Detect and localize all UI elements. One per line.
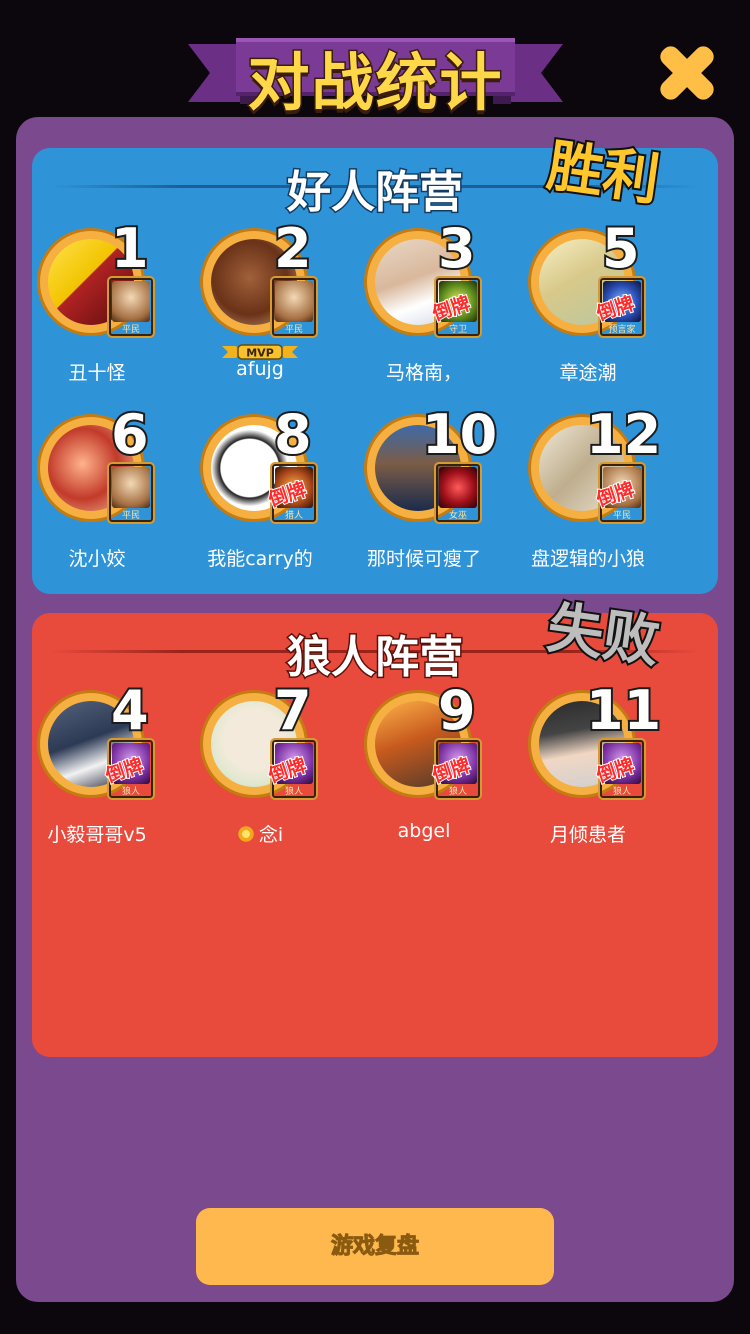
seat-number: 7 [272,679,314,742]
role-card: 平民 [107,276,155,338]
seat-number: 2 [272,217,314,280]
bad-camp-result: 失败 [541,593,665,677]
game-replay-button[interactable]: 游戏复盘 [196,1208,554,1285]
role-art-icon [112,467,150,508]
seat-number: 8 [272,403,314,466]
player-card[interactable]: 女巫 10 那时候可瘦了 [326,406,499,574]
role-name: 女巫 [448,511,467,521]
seat-number: 1 [109,217,151,280]
player-card[interactable]: 平民 6 沈小姣 [0,406,159,574]
page-title: 对战统计 [246,45,504,121]
seat-number: 6 [109,403,151,466]
seat-number: 9 [436,679,478,742]
seat-number: 10 [420,403,499,466]
player-name: 月倾患者 [549,824,626,846]
close-x-icon [660,46,714,100]
role-card: 平民 [270,276,318,338]
player-card[interactable]: 狼人 倒牌 9 abgel [326,682,486,850]
player-card[interactable]: 平民 倒牌 12 盘逻辑的小狼 [490,406,663,574]
seat-number: 4 [109,679,151,742]
player-card[interactable]: 狼人 倒牌 4 小毅哥哥v5 [0,682,159,850]
player-card[interactable]: 平民 2 MVP afujg [162,220,322,388]
role-art-icon [275,281,313,322]
player-card[interactable]: 狼人 倒牌 7 念i [162,682,322,850]
player-card[interactable]: 猎人 倒牌 8 我能carry的 [162,406,322,574]
player-card[interactable]: 预言家 倒牌 5 章途潮 [490,220,650,388]
role-art-icon [439,467,477,508]
player-card[interactable]: 平民 1 丑十怪 [0,220,159,388]
player-card[interactable]: 守卫 倒牌 3 马格南， [326,220,486,388]
title-banner: 对战统计 [188,30,563,121]
player-card[interactable]: 狼人 倒牌 11 月倾患者 [490,682,663,850]
seat-number: 5 [600,217,642,280]
role-name: 平民 [284,325,303,335]
seat-number: 11 [584,679,663,742]
role-card: 平民 [107,462,155,524]
good-camp-result: 胜利 [541,131,665,215]
player-name: 盘逻辑的小狼 [530,548,645,570]
role-name: 平民 [121,511,140,521]
seat-number: 3 [436,217,478,280]
flower-icon [236,825,255,843]
player-name: 章途潮 [559,362,617,384]
seat-number: 12 [584,403,663,466]
role-art-icon [112,281,150,322]
player-name: 念i [258,824,284,846]
role-card: 女巫 [434,462,482,524]
role-name: 平民 [121,325,140,335]
close-button[interactable] [650,36,724,110]
